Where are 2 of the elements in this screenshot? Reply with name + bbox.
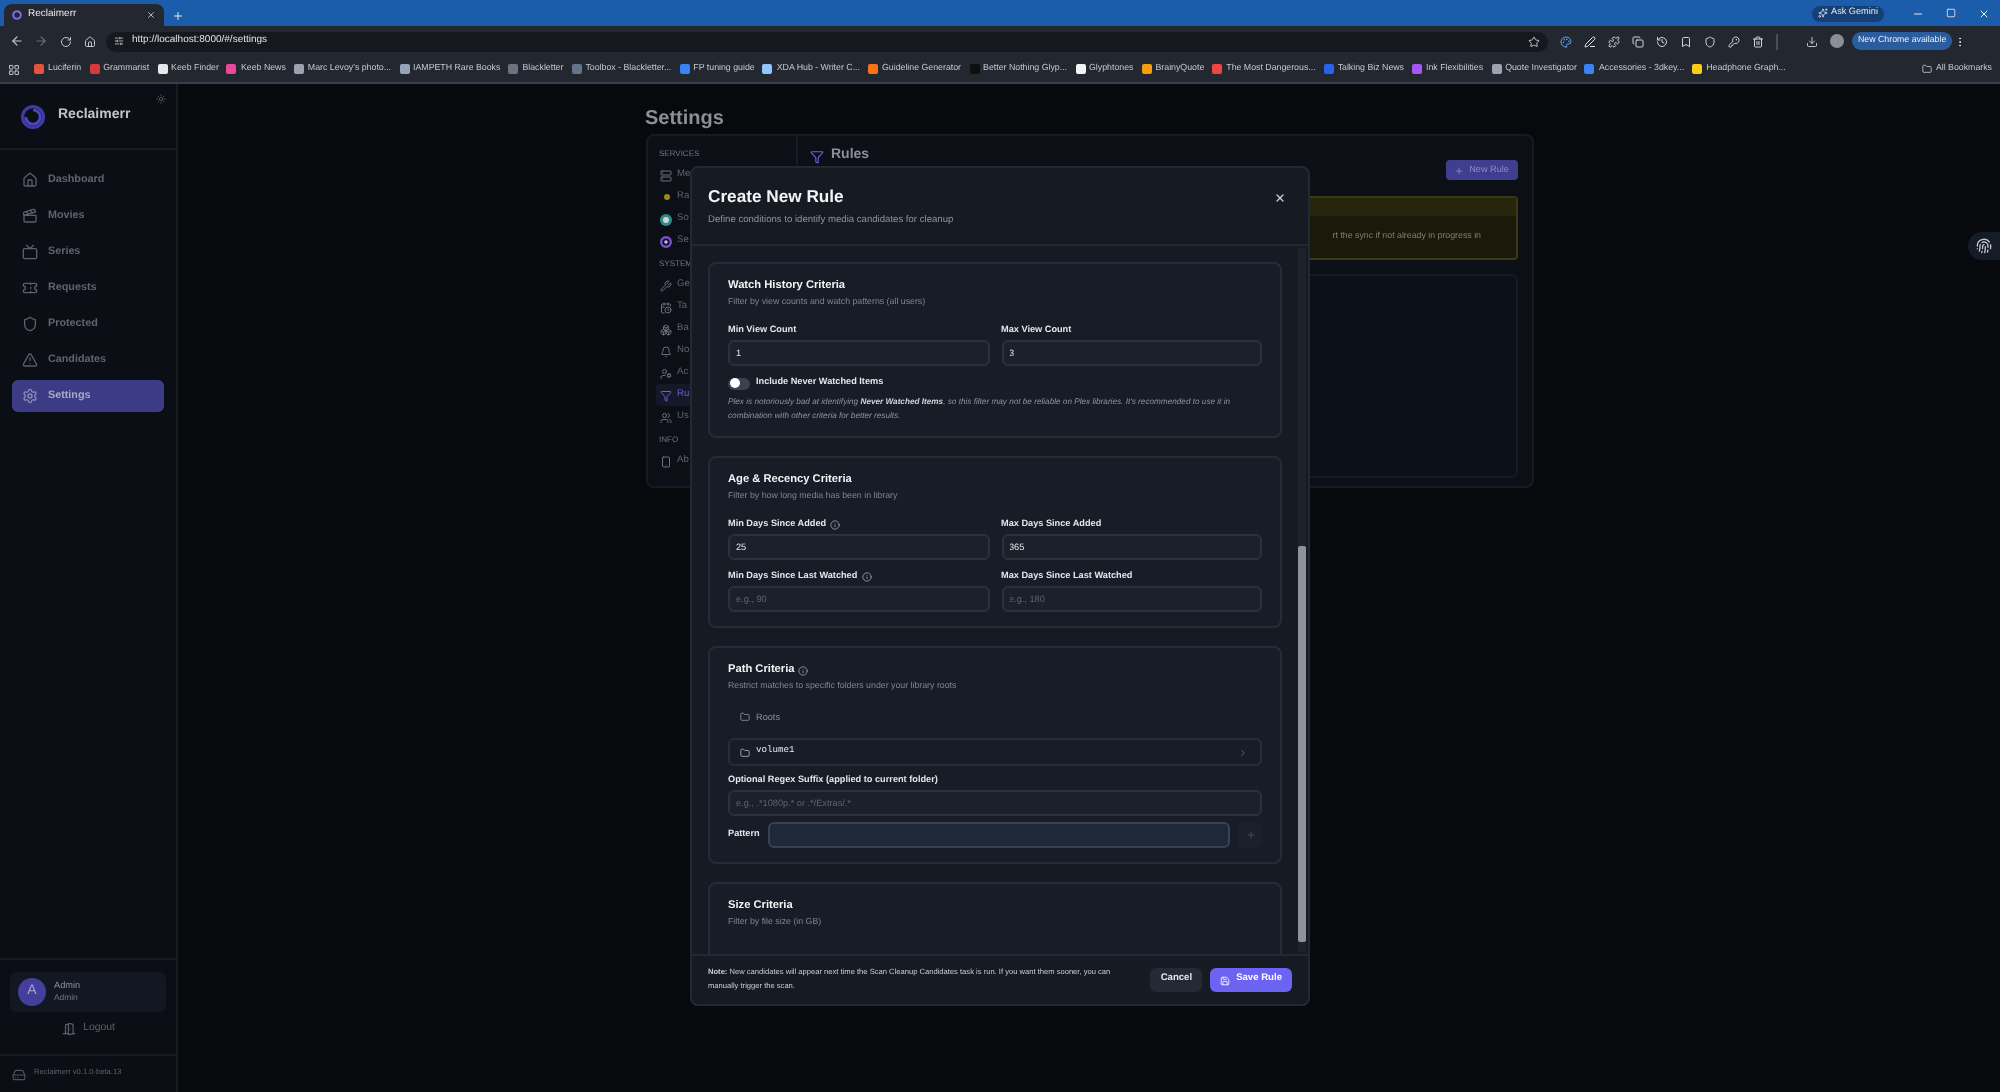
- modal-title: Create New Rule: [708, 186, 846, 208]
- page-title: Settings: [645, 108, 726, 132]
